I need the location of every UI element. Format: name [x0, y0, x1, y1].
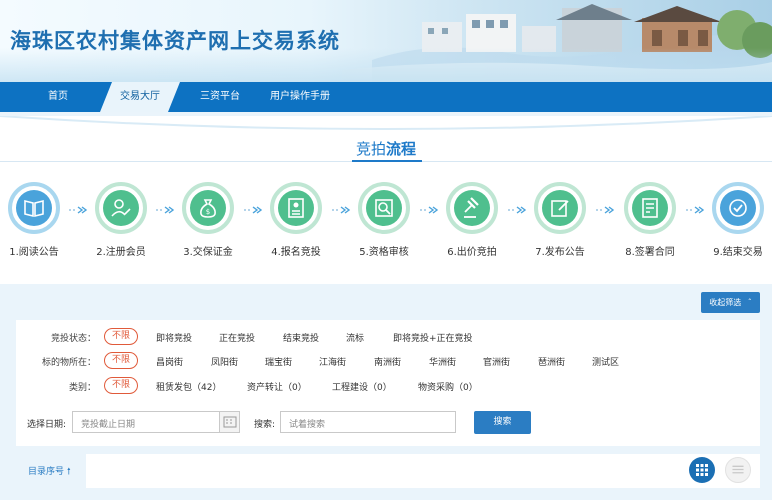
step-label: 1.阅读公告 — [9, 247, 59, 258]
filter-label: 竞投状态： — [50, 334, 96, 344]
filter-option[interactable]: 即将竞投 — [156, 331, 192, 344]
process-title-part1: 竞拍 — [355, 140, 386, 158]
catalog-label: 目录序号 — [28, 467, 65, 477]
process-title-part2: 流程 — [386, 140, 417, 158]
step-label: 7.发布公告 — [535, 247, 585, 258]
filter-option[interactable]: 官洲街 — [483, 355, 510, 368]
filter-row-category: 类别： 不限 租赁发包（42） 资产转让（0） 工程建设（0） 物资采购（0） — [16, 377, 760, 395]
filter-option[interactable]: 物资采购（0） — [418, 380, 478, 393]
step-label: 9.结束交易 — [713, 247, 763, 258]
nav-item-trading-hall[interactable]: 交易大厅 — [110, 82, 170, 112]
svg-text:$: $ — [206, 208, 210, 216]
chevron-right-icon — [420, 206, 439, 214]
header-banner: 海珠区农村集体资产网上交易系统 — [0, 0, 772, 82]
collapse-filter-button[interactable]: 收起筛选 ˆ — [701, 292, 760, 313]
filter-panel: 竞投状态： 不限 即将竞投 正在竞投 结束竞投 流标 即将竞投+正在竞投 标的物… — [16, 320, 760, 446]
filter-option[interactable]: 结束竞投 — [283, 331, 319, 344]
filter-option[interactable]: 江海街 — [319, 355, 346, 368]
search-doc-icon — [375, 199, 393, 217]
filter-option[interactable]: 南洲街 — [374, 355, 401, 368]
date-label: 选择日期: — [27, 420, 67, 430]
chevron-up-icon: ˆ — [747, 298, 752, 307]
filter-option[interactable]: 昌岗街 — [156, 355, 183, 368]
step-label: 5.资格审核 — [359, 247, 409, 258]
grid-icon — [696, 464, 708, 476]
filter-option[interactable]: 测试区 — [592, 355, 619, 368]
filter-option[interactable]: 正在竞投 — [219, 331, 255, 344]
chevron-right-icon — [686, 206, 705, 214]
step-finish: 9.结束交易 — [706, 182, 770, 258]
nav-item-user-manual[interactable]: 用户操作手册 — [264, 82, 336, 112]
step-deposit: $ 3.交保证金 — [176, 182, 240, 258]
step-label: 8.签署合同 — [625, 247, 675, 258]
chevron-right-icon — [156, 206, 175, 214]
list-view-button[interactable] — [725, 457, 751, 483]
money-bag-icon: $ — [200, 199, 216, 218]
calendar-icon[interactable] — [219, 412, 239, 432]
step-read-notice: 1.阅读公告 — [2, 182, 66, 258]
list-icon — [732, 465, 744, 474]
site-title: 海珠区农村集体资产网上交易系统 — [10, 29, 340, 53]
chevron-right-icon — [508, 206, 527, 214]
edit-doc-icon — [551, 200, 569, 217]
book-icon — [24, 199, 44, 218]
filter-row-status: 竞投状态： 不限 即将竞投 正在竞投 结束竞投 流标 即将竞投+正在竞投 — [16, 328, 760, 346]
filter-option-all[interactable]: 不限 — [104, 328, 139, 345]
step-publish-notice: 7.发布公告 — [528, 182, 592, 258]
grid-view-button[interactable] — [689, 457, 715, 483]
title-underline — [352, 160, 422, 162]
step-register: 2.注册会员 — [89, 182, 153, 258]
contract-icon — [642, 198, 658, 218]
gavel-icon — [464, 197, 479, 218]
step-signup: 4.报名竞投 — [264, 182, 328, 258]
chevron-right-icon — [69, 206, 88, 214]
step-label: 2.注册会员 — [96, 247, 146, 258]
main-nav: 首页 交易大厅 三资平台 用户操作手册 — [0, 82, 772, 112]
nav-item-three-assets[interactable]: 三资平台 — [190, 82, 250, 112]
step-label: 6.出价竞拍 — [447, 247, 497, 258]
filter-option[interactable]: 琶洲街 — [538, 355, 565, 368]
filter-option-all[interactable]: 不限 — [104, 377, 139, 394]
search-placeholder: 试着搜索 — [289, 420, 326, 430]
filter-row-location: 标的物所在： 不限 昌岗街 凤阳街 瑞宝街 江海街 南洲街 华洲街 官洲街 琶洲… — [16, 352, 760, 370]
chevron-right-icon — [596, 206, 615, 214]
catalog-sort[interactable]: 目录序号 🠕 — [28, 464, 71, 480]
arrow-up-icon: 🠕 — [66, 467, 71, 477]
id-card-icon — [288, 198, 304, 218]
filter-option[interactable]: 瑞宝街 — [265, 355, 292, 368]
filter-option[interactable]: 资产转让（0） — [247, 380, 307, 393]
date-input[interactable]: 竞投截止日期 — [72, 411, 240, 433]
filter-label: 类别： — [68, 383, 96, 393]
results-panel — [86, 454, 760, 488]
filter-label: 标的物所在： — [41, 358, 96, 368]
step-sign-contract: 8.签署合同 — [618, 182, 682, 258]
filter-option[interactable]: 凤阳街 — [211, 355, 238, 368]
step-qualification: 5.资格审核 — [352, 182, 416, 258]
step-bidding: 6.出价竞拍 — [440, 182, 504, 258]
search-button[interactable]: 搜索 — [474, 411, 531, 434]
filter-option-all[interactable]: 不限 — [104, 352, 139, 369]
nav-item-home[interactable]: 首页 — [30, 82, 86, 112]
filter-option[interactable]: 工程建设（0） — [332, 380, 392, 393]
date-placeholder: 竞投截止日期 — [81, 420, 136, 430]
check-icon — [729, 199, 747, 217]
search-label: 搜索: — [254, 420, 276, 430]
auction-process-section: 竞拍流程 1.阅读公告 2.注册会员 $ 3.交保证金 4.报名竞投 5.资格审… — [0, 116, 772, 284]
process-title: 竞拍流程 — [0, 138, 772, 159]
filter-option[interactable]: 即将竞投+正在竞投 — [393, 331, 473, 344]
user-edit-icon — [111, 199, 131, 217]
step-label: 3.交保证金 — [183, 247, 233, 258]
filter-option[interactable]: 租赁发包（42） — [156, 380, 221, 393]
filter-option[interactable]: 流标 — [346, 331, 364, 344]
chevron-right-icon — [244, 206, 263, 214]
collapse-filter-label: 收起筛选 — [709, 298, 742, 307]
step-label: 4.报名竞投 — [271, 247, 321, 258]
search-input[interactable]: 试着搜索 — [280, 411, 456, 433]
filter-option[interactable]: 华洲街 — [429, 355, 456, 368]
chevron-right-icon — [332, 206, 351, 214]
